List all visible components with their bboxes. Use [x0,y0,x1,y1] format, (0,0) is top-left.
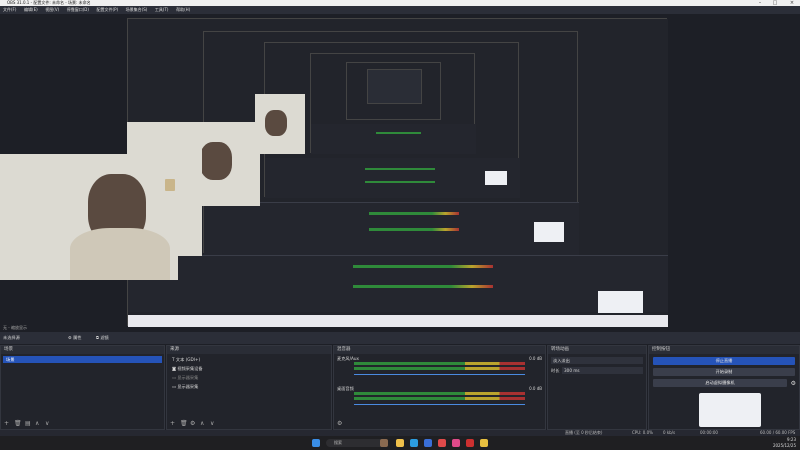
widget-icon[interactable] [380,439,388,447]
channel-db: 0.0 dB [529,356,542,361]
stop-stream-button[interactable]: 停止直播 [653,357,795,365]
remove-scene-button[interactable]: 🗑 [14,420,22,428]
move-down-icon[interactable]: ∨ [45,420,49,428]
menu-help[interactable]: 帮助(H) [173,6,193,14]
move-down-icon[interactable]: ∨ [210,420,214,428]
menu-view[interactable]: 视图(V) [42,6,62,14]
zoom-status: 无 - 缩放显示 [3,325,27,330]
preview-canvas[interactable] [0,14,800,327]
nested-taskbar [128,315,668,327]
monitor-icon: ▭ [172,384,176,389]
volume-slider[interactable] [354,374,525,375]
source-label: 视频采集设备 [177,366,203,371]
add-source-button[interactable]: + [170,420,175,428]
source-item[interactable]: T 文本 (GDI+) [169,356,329,363]
clock-date: 2025/12/25 [772,443,796,448]
clock: 9:23 2025/12/25 [770,437,796,449]
gear-icon[interactable]: ⚙ [791,380,796,387]
controls-title: 控制按钮 [649,346,799,354]
controls-dock: 控制按钮 停止直播 开始录制 启动虚拟摄像机 ⚙ [648,345,800,430]
menu-docks[interactable]: 停靠窗口(D) [64,6,92,14]
scenes-dock: 场景 场景 + 🗑 ▤ ∧ ∨ [0,345,165,430]
search-box[interactable]: 搜索 [326,439,384,447]
folder-icon[interactable] [396,439,404,447]
move-up-icon[interactable]: ∧ [35,420,39,428]
menu-bar: 文件(F) 编辑(E) 视图(V) 停靠窗口(D) 配置文件(P) 场景集合(S… [0,6,800,14]
no-source-label: 未选择源 [3,335,20,340]
add-scene-button[interactable]: + [4,420,9,428]
mixer-dock: 混音器 麦克风/Aux 0.0 dB 桌面音频 0.0 dB ⚙ [333,345,546,430]
audio-meter [354,397,525,400]
sources-dock: 来源 T 文本 (GDI+) ◙ 视频采集设备 ▭ 显示器采集 ▭ 显示器采集 … [166,345,332,430]
scene-toolbar: 无 - 缩放显示 未选择源 ⚙ 属性 ⧉ 滤镜 [0,325,800,344]
move-up-icon[interactable]: ∧ [200,420,204,428]
text-icon: T [172,357,175,362]
channel-db: 0.0 dB [529,386,542,391]
menu-profile[interactable]: 配置文件(P) [94,6,122,14]
duration-label: 时长 [551,368,560,373]
monitor-icon: ▭ [172,375,176,380]
app-icon[interactable] [466,439,474,447]
transition-select[interactable]: 淡入淡出 [551,357,643,364]
app-icon[interactable] [452,439,460,447]
mixer-title: 混音器 [334,346,545,354]
source-label: 显示器采集 [177,384,199,389]
start-recording-button[interactable]: 开始录制 [653,368,795,376]
menu-tools[interactable]: 工具(T) [152,6,172,14]
transitions-dock: 转场动画 淡入淡出 时长 300 ms [547,345,647,430]
virtual-camera-button[interactable]: 启动虚拟摄像机 [653,379,787,387]
volume-slider[interactable] [354,404,525,405]
sources-title: 来源 [167,346,331,354]
scene-filters-icon[interactable]: ▤ [25,420,31,428]
remove-source-button[interactable]: 🗑 [180,420,188,428]
channel-name: 桌面音频 [337,386,354,391]
windows-start-icon[interactable] [312,439,320,447]
properties-label: 属性 [73,335,82,340]
source-item[interactable]: ▭ 显示器采集 [169,374,329,381]
tray-popup [699,393,761,427]
transitions-title: 转场动画 [548,346,646,354]
duration-input[interactable]: 300 ms [562,367,643,374]
store-icon[interactable] [424,439,432,447]
mixer-settings-icon[interactable]: ⚙ [337,420,342,428]
source-label: 文本 (GDI+) [175,357,201,362]
source-properties-icon[interactable]: ⚙ [190,420,195,428]
menu-scene-collection[interactable]: 场景集合(S) [123,6,151,14]
audio-meter [354,362,525,365]
camera-icon: ◙ [172,366,177,371]
source-item[interactable]: ◙ 视频采集设备 [169,365,329,372]
filters-label: 滤镜 [100,335,109,340]
audio-meter [354,392,525,395]
edge-icon[interactable] [410,439,418,447]
obs-icon[interactable] [480,439,488,447]
properties-button[interactable]: ⚙ 属性 [68,334,81,342]
menu-edit[interactable]: 编辑(E) [21,6,41,14]
audio-meter [354,367,525,370]
scenes-title: 场景 [1,346,164,354]
app-icon[interactable] [438,439,446,447]
filters-button[interactable]: ⧉ 滤镜 [96,334,109,342]
menu-file[interactable]: 文件(F) [0,6,19,14]
scene-item[interactable]: 场景 [3,356,162,363]
taskbar: 搜索 9:23 2025/12/25 [0,436,800,450]
source-label: 显示器采集 [177,375,199,380]
source-item[interactable]: ▭ 显示器采集 [169,383,329,390]
